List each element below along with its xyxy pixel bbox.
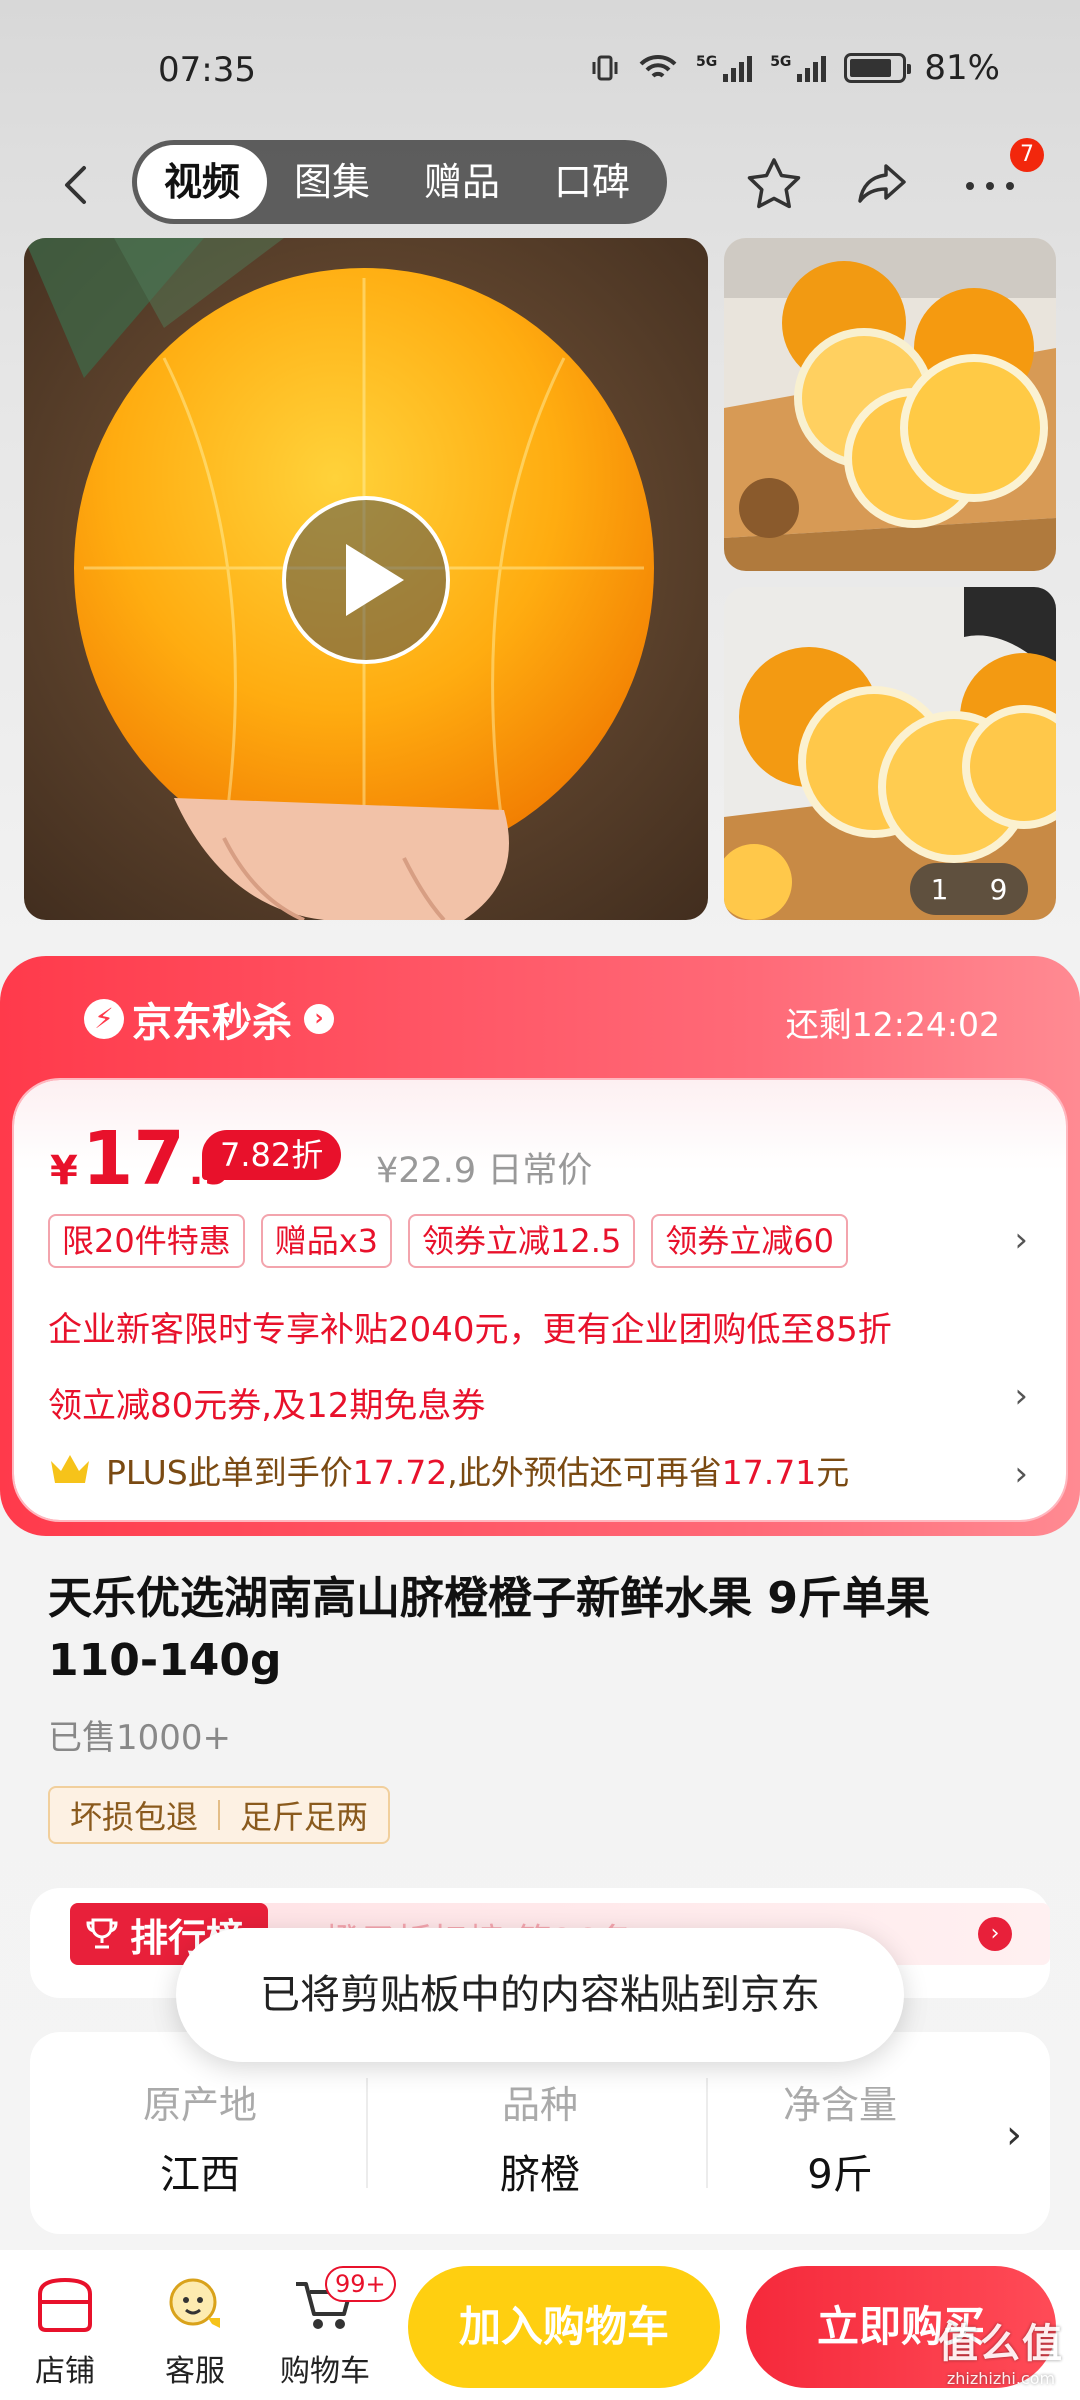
chevron-right-icon: ›	[304, 1004, 334, 1034]
guarantee-tag: 足斤足两	[240, 1798, 369, 1836]
status-bar: 07:35 5G 5G 81%	[0, 0, 1080, 140]
spec-label: 原产地	[142, 2083, 257, 2127]
tab-video[interactable]: 视频	[137, 145, 268, 219]
cart-label: 购物车	[280, 2354, 370, 2389]
chevron-right-icon[interactable]: ›	[1014, 1454, 1028, 1494]
promo-tag[interactable]: 限20件特惠	[48, 1214, 245, 1268]
battery-icon	[844, 53, 912, 83]
notification-badge: 7	[1010, 138, 1044, 172]
vibrate-icon	[592, 55, 618, 81]
discount-badge: 7.82折	[202, 1130, 342, 1180]
spec-value: 江西	[160, 2152, 240, 2198]
product-title: 天乐优选湖南高山脐橙橙子新鲜水果 9斤单果110-140g	[48, 1573, 930, 1686]
spec-label: 净含量	[782, 2083, 897, 2127]
battery-percent: 81%	[924, 48, 1000, 88]
crown-icon	[51, 1455, 89, 1483]
plus-price-row[interactable]: PLUS此单到手价17.72,此外预估还可再省17.71元	[48, 1446, 849, 1494]
coupon-text[interactable]: 领立减80元券,及12期免息券	[48, 1378, 485, 1427]
back-icon[interactable]	[52, 160, 102, 210]
plus-prefix: PLUS此单到手价	[106, 1453, 353, 1492]
gallery-counter-total: 9	[989, 872, 1008, 906]
spec-value: 脐橙	[500, 2152, 580, 2198]
orange-slices-photo	[724, 238, 1056, 571]
signal-icon-2: 5G	[770, 54, 827, 82]
wifi-icon	[639, 54, 677, 78]
gallery-thumbnail-2[interactable]: 1 9	[724, 587, 1056, 920]
star-icon[interactable]	[742, 152, 806, 216]
store-icon	[38, 2277, 92, 2332]
plus-save: 17.71	[721, 1453, 817, 1492]
bottom-action-bar: 店铺 客服 99+ 购物车 加入购物车 立即购买 值么值 zhizhizhi.c…	[0, 2250, 1080, 2400]
tab-gallery[interactable]: 图集	[267, 145, 397, 219]
spec-label: 品种	[501, 2083, 578, 2127]
media-tabs: 视频 图集 赠品 口碑	[132, 140, 667, 224]
trophy-icon	[86, 1918, 118, 1949]
promo-tag[interactable]: 赠品x3	[260, 1214, 393, 1268]
seckill-countdown: 还剩12:24:02	[785, 1005, 1000, 1044]
spec-variety: 品种 脐橙	[370, 2032, 710, 2234]
watermark-logo: 值么值	[938, 2321, 1064, 2367]
watermark-url: zhizhizhi.com	[946, 2369, 1056, 2388]
guarantee-tags[interactable]: 坏损包退 足斤足两	[48, 1786, 391, 1844]
clipboard-toast: 已将剪贴板中的内容粘贴到京东	[176, 1928, 904, 2062]
status-icons: 5G 5G 81%	[590, 48, 1000, 88]
lightning-icon: ⚡	[84, 999, 124, 1039]
gallery-counter-current: 1	[930, 872, 949, 906]
chevron-right-icon[interactable]: ›	[1014, 1376, 1028, 1416]
plus-middle: ,此外预估还可再省	[447, 1453, 722, 1492]
promo-tag[interactable]: 领券立减12.5	[408, 1214, 636, 1268]
status-time: 07:35	[158, 50, 256, 90]
original-price: ¥22.9 日常价	[376, 1151, 593, 1191]
main-video-thumbnail[interactable]	[24, 238, 708, 920]
chevron-right-icon[interactable]: ›	[1006, 2112, 1022, 2158]
promo-tag[interactable]: 领券立减60	[651, 1214, 849, 1268]
price-card: ¥ 17 .9 7.82折 ¥22.9 日常价 限20件特惠 赠品x3 领券立减…	[14, 1080, 1066, 1520]
spec-divider	[366, 2078, 368, 2188]
seckill-brand: 京东秒杀	[132, 1000, 292, 1046]
plus-price: 17.72	[352, 1453, 448, 1492]
chevron-right-icon[interactable]: ›	[978, 1917, 1012, 1951]
product-gallery: 1 9	[24, 238, 1056, 920]
guarantee-tag: 坏损包退	[70, 1798, 199, 1836]
store-label: 店铺	[35, 2354, 95, 2389]
add-to-cart-button[interactable]: 加入购物车	[408, 2266, 720, 2388]
seckill-logo: ⚡ 京东秒杀 ›	[84, 990, 334, 1048]
enterprise-subsidy-text[interactable]: 企业新客限时专享补贴2040元，更有企业团购低至85折	[48, 1302, 892, 1351]
orange-photo	[24, 238, 708, 920]
promo-tags: 限20件特惠 赠品x3 领券立减12.5 领券立减60	[48, 1214, 849, 1268]
customer-service-button[interactable]: 客服	[140, 2272, 250, 2390]
store-button[interactable]: 店铺	[10, 2272, 120, 2390]
price-integer: 17	[81, 1116, 185, 1202]
spec-value: 9斤	[807, 2152, 873, 2198]
spec-summary[interactable]: 原产地 江西 品种 脐橙 净含量 9斤 ›	[30, 2032, 1050, 2234]
spec-net-weight: 净含量 9斤	[680, 2032, 1000, 2234]
price-currency: ¥	[50, 1148, 78, 1194]
sold-count: 已售1000+	[48, 1718, 232, 1758]
cart-button[interactable]: 99+ 购物车	[270, 2266, 396, 2390]
gallery-thumbnail-1[interactable]	[724, 238, 1056, 571]
cart-badge: 99+	[325, 2266, 396, 2302]
top-navigation: 视频 图集 赠品 口碑 7	[0, 138, 1080, 230]
watermark: 值么值 zhizhizhi.com	[938, 2311, 1064, 2388]
share-icon[interactable]	[850, 152, 914, 216]
spec-origin: 原产地 江西	[30, 2032, 370, 2234]
customer-service-icon	[169, 2278, 220, 2328]
gallery-counter: 1 9	[910, 863, 1028, 915]
product-page: 07:35 5G 5G 81% 视频 图集 赠品 口碑 7 1 9 ⚡ 京东秒杀…	[0, 0, 1080, 2400]
plus-suffix: 元	[816, 1453, 850, 1492]
customer-service-label: 客服	[165, 2354, 225, 2389]
tab-reviews[interactable]: 口碑	[527, 145, 657, 219]
tab-gifts[interactable]: 赠品	[397, 145, 527, 219]
signal-icon: 5G	[696, 54, 753, 82]
chevron-right-icon[interactable]: ›	[1014, 1220, 1028, 1260]
